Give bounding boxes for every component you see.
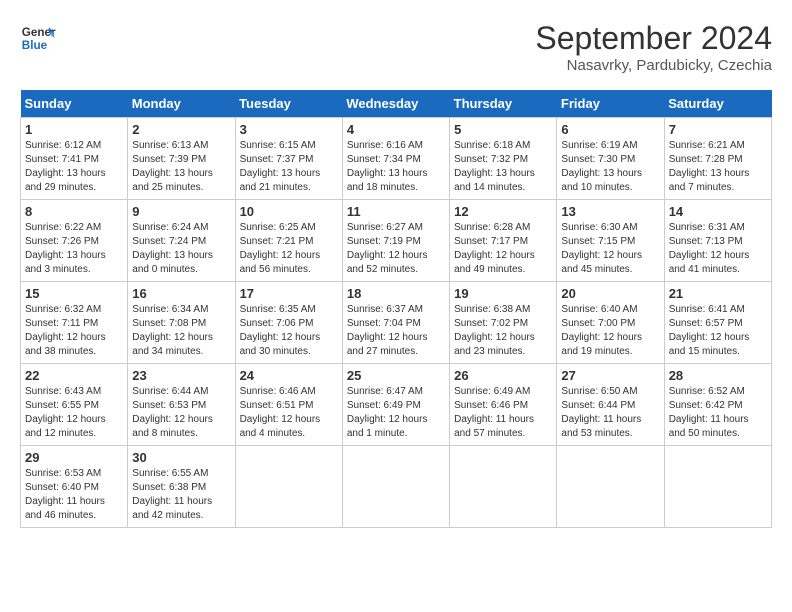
day-9: 9 Sunrise: 6:24 AMSunset: 7:24 PMDayligh…: [128, 200, 235, 282]
title-block: September 2024 Nasavrky, Pardubicky, Cze…: [535, 20, 772, 74]
svg-text:Blue: Blue: [22, 39, 48, 52]
day-26: 26 Sunrise: 6:49 AMSunset: 6:46 PMDaylig…: [450, 364, 557, 446]
week-4: 22 Sunrise: 6:43 AMSunset: 6:55 PMDaylig…: [21, 364, 772, 446]
day-21: 21 Sunrise: 6:41 AMSunset: 6:57 PMDaylig…: [664, 282, 771, 364]
day-27: 27 Sunrise: 6:50 AMSunset: 6:44 PMDaylig…: [557, 364, 664, 446]
col-saturday: Saturday: [664, 90, 771, 118]
day-15: 15 Sunrise: 6:32 AMSunset: 7:11 PMDaylig…: [21, 282, 128, 364]
day-12: 12 Sunrise: 6:28 AMSunset: 7:17 PMDaylig…: [450, 200, 557, 282]
page-header: General Blue September 2024 Nasavrky, Pa…: [20, 20, 772, 74]
week-5: 29 Sunrise: 6:53 AMSunset: 6:40 PMDaylig…: [21, 446, 772, 528]
col-tuesday: Tuesday: [235, 90, 342, 118]
col-wednesday: Wednesday: [342, 90, 449, 118]
day-30: 30 Sunrise: 6:55 AMSunset: 6:38 PMDaylig…: [128, 446, 235, 528]
header-row: Sunday Monday Tuesday Wednesday Thursday…: [21, 90, 772, 118]
day-1: 1 Sunrise: 6:12 AMSunset: 7:41 PMDayligh…: [21, 118, 128, 200]
day-24: 24 Sunrise: 6:46 AMSunset: 6:51 PMDaylig…: [235, 364, 342, 446]
week-3: 15 Sunrise: 6:32 AMSunset: 7:11 PMDaylig…: [21, 282, 772, 364]
day-7: 7 Sunrise: 6:21 AMSunset: 7:28 PMDayligh…: [664, 118, 771, 200]
location: Nasavrky, Pardubicky, Czechia: [535, 57, 772, 74]
empty-cell-5: [664, 446, 771, 528]
col-monday: Monday: [128, 90, 235, 118]
day-6: 6 Sunrise: 6:19 AMSunset: 7:30 PMDayligh…: [557, 118, 664, 200]
day-16: 16 Sunrise: 6:34 AMSunset: 7:08 PMDaylig…: [128, 282, 235, 364]
day-4: 4 Sunrise: 6:16 AMSunset: 7:34 PMDayligh…: [342, 118, 449, 200]
day-14: 14 Sunrise: 6:31 AMSunset: 7:13 PMDaylig…: [664, 200, 771, 282]
day-8: 8 Sunrise: 6:22 AMSunset: 7:26 PMDayligh…: [21, 200, 128, 282]
logo-icon: General Blue: [20, 20, 56, 56]
day-5: 5 Sunrise: 6:18 AMSunset: 7:32 PMDayligh…: [450, 118, 557, 200]
col-friday: Friday: [557, 90, 664, 118]
day-29: 29 Sunrise: 6:53 AMSunset: 6:40 PMDaylig…: [21, 446, 128, 528]
day-18: 18 Sunrise: 6:37 AMSunset: 7:04 PMDaylig…: [342, 282, 449, 364]
day-3: 3 Sunrise: 6:15 AMSunset: 7:37 PMDayligh…: [235, 118, 342, 200]
calendar-table: Sunday Monday Tuesday Wednesday Thursday…: [20, 90, 772, 528]
day-25: 25 Sunrise: 6:47 AMSunset: 6:49 PMDaylig…: [342, 364, 449, 446]
week-1: 1 Sunrise: 6:12 AMSunset: 7:41 PMDayligh…: [21, 118, 772, 200]
col-thursday: Thursday: [450, 90, 557, 118]
day-13: 13 Sunrise: 6:30 AMSunset: 7:15 PMDaylig…: [557, 200, 664, 282]
empty-cell-1: [235, 446, 342, 528]
logo: General Blue: [20, 20, 56, 56]
empty-cell-2: [342, 446, 449, 528]
day-19: 19 Sunrise: 6:38 AMSunset: 7:02 PMDaylig…: [450, 282, 557, 364]
day-23: 23 Sunrise: 6:44 AMSunset: 6:53 PMDaylig…: [128, 364, 235, 446]
day-10: 10 Sunrise: 6:25 AMSunset: 7:21 PMDaylig…: [235, 200, 342, 282]
empty-cell-3: [450, 446, 557, 528]
empty-cell-4: [557, 446, 664, 528]
day-2: 2 Sunrise: 6:13 AMSunset: 7:39 PMDayligh…: [128, 118, 235, 200]
month-title: September 2024: [535, 20, 772, 57]
col-sunday: Sunday: [21, 90, 128, 118]
day-28: 28 Sunrise: 6:52 AMSunset: 6:42 PMDaylig…: [664, 364, 771, 446]
day-17: 17 Sunrise: 6:35 AMSunset: 7:06 PMDaylig…: [235, 282, 342, 364]
day-20: 20 Sunrise: 6:40 AMSunset: 7:00 PMDaylig…: [557, 282, 664, 364]
day-11: 11 Sunrise: 6:27 AMSunset: 7:19 PMDaylig…: [342, 200, 449, 282]
week-2: 8 Sunrise: 6:22 AMSunset: 7:26 PMDayligh…: [21, 200, 772, 282]
day-22: 22 Sunrise: 6:43 AMSunset: 6:55 PMDaylig…: [21, 364, 128, 446]
